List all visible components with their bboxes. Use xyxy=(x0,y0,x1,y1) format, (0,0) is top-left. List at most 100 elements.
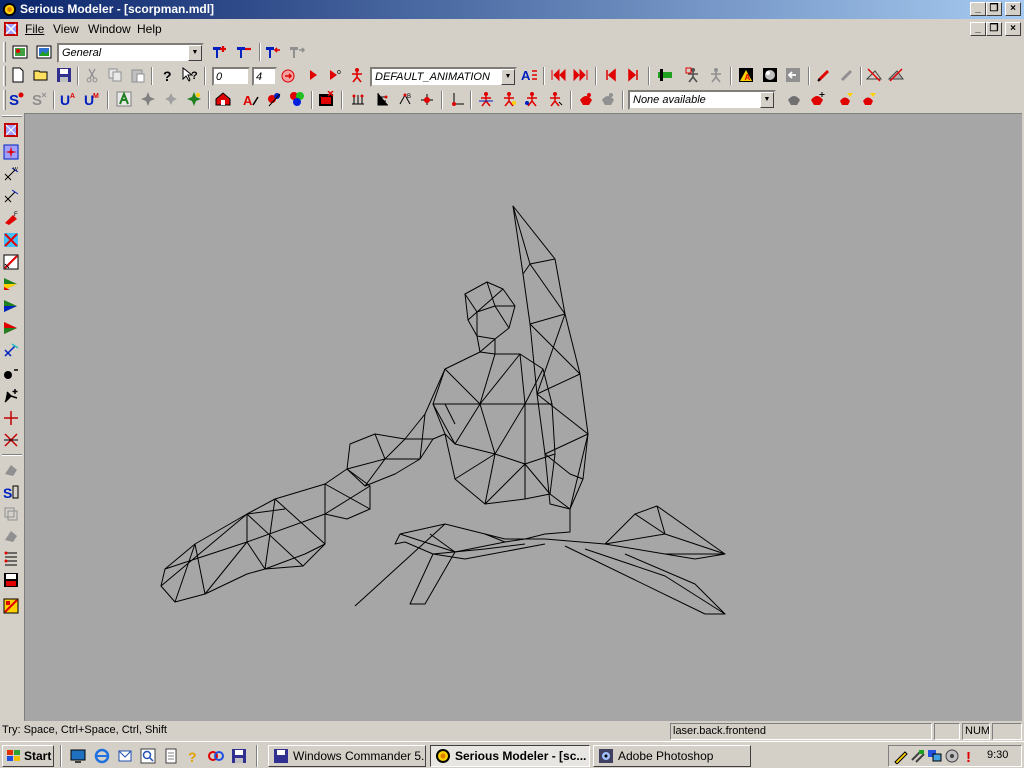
menu-help[interactable]: Help xyxy=(137,22,162,36)
network-icon[interactable] xyxy=(910,748,926,764)
image-icon[interactable] xyxy=(36,44,52,60)
first-frame-icon[interactable] xyxy=(603,67,619,83)
frame-field[interactable] xyxy=(212,67,250,86)
wireframe-icon[interactable] xyxy=(3,188,19,204)
minimize-button[interactable]: _ xyxy=(970,2,986,16)
mdi-restore-button[interactable]: ❐ xyxy=(986,22,1002,36)
chevron-down-icon[interactable]: ▼ xyxy=(188,45,202,61)
link-icon[interactable] xyxy=(208,748,224,764)
monitor-icon[interactable] xyxy=(927,748,943,764)
shade-s-icon[interactable] xyxy=(3,276,19,292)
cross-axis-icon[interactable] xyxy=(3,432,19,448)
open-folder-icon[interactable] xyxy=(33,67,49,83)
bones-2-icon[interactable] xyxy=(501,91,517,107)
new-file-icon[interactable] xyxy=(10,67,26,83)
floppy-icon[interactable] xyxy=(231,748,247,764)
mode-combo[interactable]: General ▼ xyxy=(57,43,204,63)
desktop-icon[interactable] xyxy=(70,748,86,764)
attachment-combo[interactable]: None available ▼ xyxy=(628,90,776,110)
animation-man-icon[interactable] xyxy=(349,67,365,83)
animation-combo[interactable]: DEFAULT_ANIMATION ▼ xyxy=(370,67,517,87)
menu-window[interactable]: Window xyxy=(88,22,131,36)
flat-shade-icon[interactable]: F xyxy=(3,210,19,226)
color-icon[interactable] xyxy=(266,91,282,107)
shade-dn-icon[interactable] xyxy=(3,298,19,314)
shadow-plus-icon[interactable] xyxy=(3,388,19,404)
remove-mip-icon[interactable] xyxy=(318,91,334,107)
unwrap-a-icon[interactable]: UA xyxy=(60,91,76,107)
menu-file[interactable]: File xyxy=(25,22,44,36)
textured-icon[interactable] xyxy=(3,254,19,270)
last-frame-icon[interactable] xyxy=(625,67,641,83)
alert-icon[interactable]: ! xyxy=(961,748,977,764)
unwrap-m-icon[interactable]: UM xyxy=(84,91,100,107)
menu-view[interactable]: View xyxy=(53,22,79,36)
task-serious-modeler[interactable]: Serious Modeler - [sc... xyxy=(430,745,590,767)
step-input[interactable] xyxy=(254,69,275,84)
render-icon[interactable] xyxy=(762,67,778,83)
surface-info-icon[interactable]: S xyxy=(3,484,19,500)
surface-icon[interactable]: S xyxy=(9,91,25,107)
frame-input[interactable] xyxy=(214,69,248,84)
document-icon[interactable] xyxy=(3,21,19,37)
clock[interactable]: 9:30 xyxy=(987,749,1008,761)
axis-v-icon[interactable] xyxy=(374,91,390,107)
mdi-close-button[interactable]: × xyxy=(1005,22,1021,36)
attach-settings-icon[interactable] xyxy=(786,91,802,107)
search-icon[interactable] xyxy=(140,748,156,764)
save-frames-icon[interactable] xyxy=(3,572,19,588)
attach-move-left-icon[interactable] xyxy=(838,91,854,107)
axis-origin-icon[interactable] xyxy=(449,91,465,107)
frame-bbox-icon[interactable] xyxy=(708,67,724,83)
chevron-down-icon[interactable]: ▼ xyxy=(501,69,515,85)
axis-a-icon[interactable] xyxy=(419,91,435,107)
task-adobe-photoshop[interactable]: Adobe Photoshop xyxy=(593,745,751,767)
no-texture-icon[interactable] xyxy=(3,232,19,248)
last-animation-icon[interactable] xyxy=(573,67,589,83)
paint-icon[interactable]: A xyxy=(243,91,259,107)
palette-icon[interactable] xyxy=(3,598,19,614)
shade-t-icon[interactable] xyxy=(3,342,19,358)
attach-icon[interactable] xyxy=(578,91,594,107)
volume-icon[interactable] xyxy=(944,748,960,764)
mapping-icon[interactable] xyxy=(866,67,882,83)
frame-view-icon[interactable] xyxy=(3,122,19,138)
close-button[interactable]: × xyxy=(1005,2,1021,16)
list-icon[interactable] xyxy=(3,550,19,566)
polygon-select-icon[interactable] xyxy=(140,91,156,107)
shade-diff-icon[interactable] xyxy=(3,320,19,336)
picture-icon[interactable] xyxy=(12,44,28,60)
restore-button[interactable]: ❐ xyxy=(986,2,1002,16)
axis-b-icon[interactable]: B xyxy=(397,91,413,107)
first-animation-icon[interactable] xyxy=(550,67,566,83)
wireframe-w-icon[interactable]: W xyxy=(3,166,19,182)
attach-add-icon[interactable] xyxy=(809,91,825,107)
anim-speed-icon[interactable] xyxy=(280,67,296,83)
notepad-icon[interactable] xyxy=(163,748,179,764)
texture-prev-icon[interactable] xyxy=(265,44,281,60)
task-windows-commander[interactable]: Windows Commander 5.... xyxy=(268,745,426,767)
mdi-minimize-button[interactable]: _ xyxy=(970,22,986,36)
mapping-2-icon[interactable] xyxy=(888,67,904,83)
axis-h-icon[interactable] xyxy=(350,91,366,107)
ie-icon[interactable] xyxy=(94,748,110,764)
outlook-icon[interactable] xyxy=(117,748,133,764)
help-tool-icon[interactable]: ? xyxy=(186,748,202,764)
play-once-icon[interactable]: o xyxy=(327,67,343,83)
house-icon[interactable] xyxy=(215,91,231,107)
start-button[interactable]: Start xyxy=(2,745,54,767)
sun-icon[interactable] xyxy=(2,2,17,17)
context-help-icon[interactable]: ? xyxy=(182,67,198,83)
light-icon[interactable] xyxy=(816,67,832,83)
bones-3-icon[interactable] xyxy=(524,91,540,107)
step-field[interactable] xyxy=(252,67,277,86)
shadow-minus-icon[interactable] xyxy=(3,366,19,382)
remove-texture-icon[interactable] xyxy=(236,44,252,60)
chevron-down-icon[interactable]: ▼ xyxy=(760,92,774,108)
animation-settings-icon[interactable]: A xyxy=(521,67,537,83)
frame-strip-icon[interactable] xyxy=(657,67,673,83)
rgb-icon[interactable] xyxy=(289,91,305,107)
bones-icon[interactable] xyxy=(478,91,494,107)
texture-next-icon[interactable] xyxy=(289,44,305,60)
warning-icon[interactable]: A xyxy=(738,67,754,83)
